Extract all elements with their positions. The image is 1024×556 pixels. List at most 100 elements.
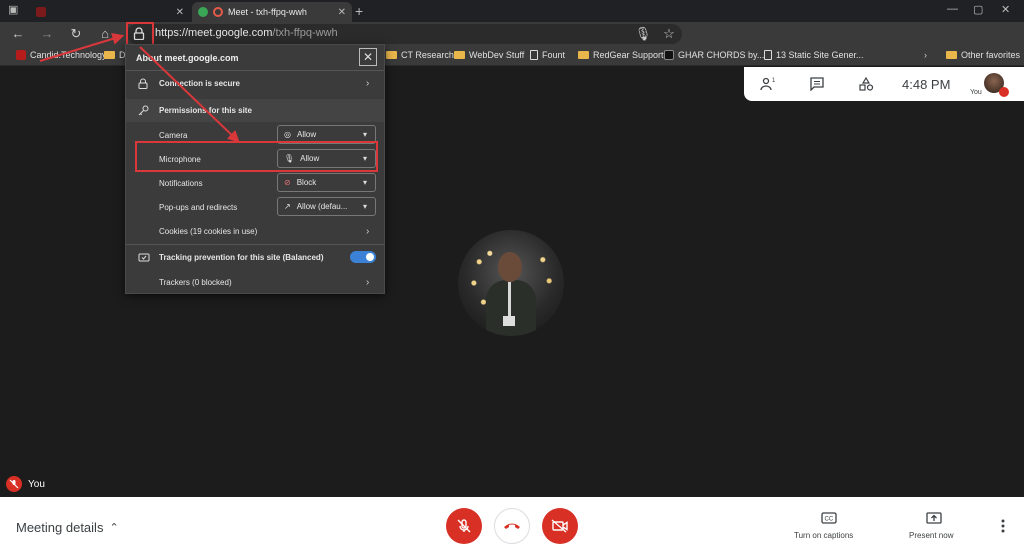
close-tab-icon[interactable]: ✕ <box>338 7 346 18</box>
participant-name: You <box>28 478 45 490</box>
tracking-toggle[interactable] <box>350 251 376 263</box>
chevron-right-icon: › <box>366 78 370 89</box>
folder-icon <box>946 51 957 59</box>
minimize-icon[interactable]: — <box>947 3 958 15</box>
leave-call-button[interactable] <box>494 508 530 544</box>
bookmark-item[interactable]: GHAR CHORDS by... <box>664 50 764 60</box>
folder-icon <box>386 51 397 59</box>
site-icon <box>664 50 674 60</box>
permission-label: Notifications <box>159 178 203 188</box>
select-value: Allow (defau... <box>296 202 348 211</box>
chevron-down-icon: ▾ <box>362 202 367 211</box>
meeting-details-button[interactable]: Meeting details ⌃ <box>16 520 119 535</box>
camera-icon: ◎ <box>284 130 291 139</box>
bookmark-item[interactable]: Fount <box>530 50 565 60</box>
bookmark-item[interactable]: RedGear Support <box>578 50 664 60</box>
bookmark-label: 13 Static Site Gener... <box>776 50 864 60</box>
bookmark-item[interactable]: 13 Static Site Gener... <box>764 50 864 60</box>
popup-icon: ↗ <box>284 202 291 211</box>
select-value: Allow <box>296 130 317 139</box>
camera-toggle-button[interactable] <box>542 508 578 544</box>
bookmark-label: WebDev Stuff <box>469 50 525 60</box>
person-body <box>486 280 536 336</box>
chevron-right-icon: › <box>366 276 370 288</box>
popup-title: About meet.google.com <box>136 53 239 63</box>
lock-small-icon <box>138 78 148 89</box>
activities-icon[interactable] <box>858 77 874 91</box>
bookmarks-overflow-icon[interactable]: › <box>924 50 927 60</box>
close-tab-icon[interactable]: ✕ <box>176 7 184 18</box>
key-icon <box>138 105 149 116</box>
bookmark-item[interactable]: CT Research <box>386 50 454 60</box>
bookmark-label: RedGear Support <box>593 50 664 60</box>
self-label: You <box>6 476 45 492</box>
chevron-down-icon: ▾ <box>362 130 367 139</box>
tracking-row: Tracking prevention for this site (Balan… <box>126 245 384 270</box>
favorite-star-icon[interactable]: ☆ <box>660 25 678 43</box>
participant-avatar <box>458 230 564 336</box>
mic-muted-badge-icon <box>999 87 1009 97</box>
cookies-row[interactable]: Cookies (19 cookies in use) › <box>126 219 384 243</box>
tab-actions-icon[interactable]: ▣ <box>8 3 18 16</box>
bookmark-item[interactable]: WebDev Stuff <box>454 50 524 60</box>
select-value: Block <box>296 178 317 187</box>
microphone-highlight-box <box>135 141 378 172</box>
present-icon[interactable] <box>925 510 943 526</box>
bookmark-item[interactable]: Candid.Technology <box>16 50 107 60</box>
bookmark-item[interactable]: Other favorites <box>946 50 1020 60</box>
bookmark-item[interactable]: D <box>104 50 126 60</box>
mic-indicator-icon[interactable]: 🎙 <box>634 25 652 43</box>
maximize-icon[interactable]: ▢ <box>973 3 983 16</box>
tab-inactive[interactable]: ✕ <box>30 2 190 22</box>
folder-icon <box>104 51 115 59</box>
close-icon[interactable]: ✕ <box>359 48 377 66</box>
bookmark-label: Fount <box>542 50 566 60</box>
folder-icon <box>454 51 465 59</box>
bell-icon: ⊘ <box>284 178 291 187</box>
popups-permission-select[interactable]: ↗ Allow (defau... ▾ <box>277 197 376 216</box>
connection-label: Connection is secure <box>159 79 240 88</box>
lock-icon[interactable] <box>133 27 145 40</box>
present-label[interactable]: Present now <box>909 531 953 540</box>
back-icon[interactable]: ← <box>9 25 27 43</box>
connection-row[interactable]: Connection is secure › <box>126 71 384 96</box>
toggle-knob <box>366 253 374 261</box>
meet-top-panel: 1 4:48 PM You <box>744 67 1024 101</box>
close-window-icon[interactable]: ✕ <box>1001 3 1010 16</box>
permissions-header: Permissions for this site <box>126 99 384 122</box>
bookmark-label: Other favorites <box>961 50 1021 60</box>
bookmark-label: CT Research <box>401 50 454 60</box>
url-path: /txh-ffpq-wwh <box>272 27 338 39</box>
meeting-details-label: Meeting details <box>16 520 104 535</box>
forward-icon[interactable]: → <box>38 25 56 43</box>
more-options-icon[interactable] <box>1001 519 1005 533</box>
chat-icon[interactable] <box>809 77 825 91</box>
captions-icon[interactable]: CC <box>820 510 838 526</box>
person-head <box>498 252 522 282</box>
tab-meet[interactable]: Meet - txh-ffpq-wwh ✕ <box>192 2 352 22</box>
folder-icon <box>578 51 589 59</box>
meet-favicon-icon <box>198 7 208 17</box>
permission-label: Pop-ups and redirects <box>159 202 238 212</box>
people-icon[interactable]: 1 <box>760 77 776 91</box>
mic-toggle-button[interactable] <box>446 508 482 544</box>
bookmark-label: Candid.Technology <box>30 50 107 60</box>
chevron-up-icon: ⌃ <box>109 522 119 534</box>
recording-icon <box>213 7 223 17</box>
home-icon[interactable]: ⌂ <box>96 25 114 43</box>
cookies-label: Cookies (19 cookies in use) <box>159 226 258 236</box>
reload-icon[interactable]: ↻ <box>67 25 85 43</box>
url-text[interactable]: https://meet.google.com/txh-ffpq-wwh <box>155 27 338 39</box>
captions-label[interactable]: Turn on captions <box>794 531 853 540</box>
chevron-right-icon: › <box>366 225 370 237</box>
tab-title: Meet - txh-ffpq-wwh <box>228 7 307 17</box>
tab-strip: ▣ ✕ Meet - txh-ffpq-wwh ✕ + — ▢ ✕ <box>0 0 1024 22</box>
site-icon <box>16 50 26 60</box>
notifications-permission-select[interactable]: ⊘ Block ▾ <box>277 173 376 192</box>
url-host: https://meet.google.com <box>155 27 273 39</box>
lanyard <box>508 282 511 318</box>
new-tab-icon[interactable]: + <box>355 3 363 19</box>
doc-icon <box>764 50 772 60</box>
site-favicon-icon <box>36 7 46 17</box>
trackers-row[interactable]: Trackers (0 blocked) › <box>126 270 384 294</box>
